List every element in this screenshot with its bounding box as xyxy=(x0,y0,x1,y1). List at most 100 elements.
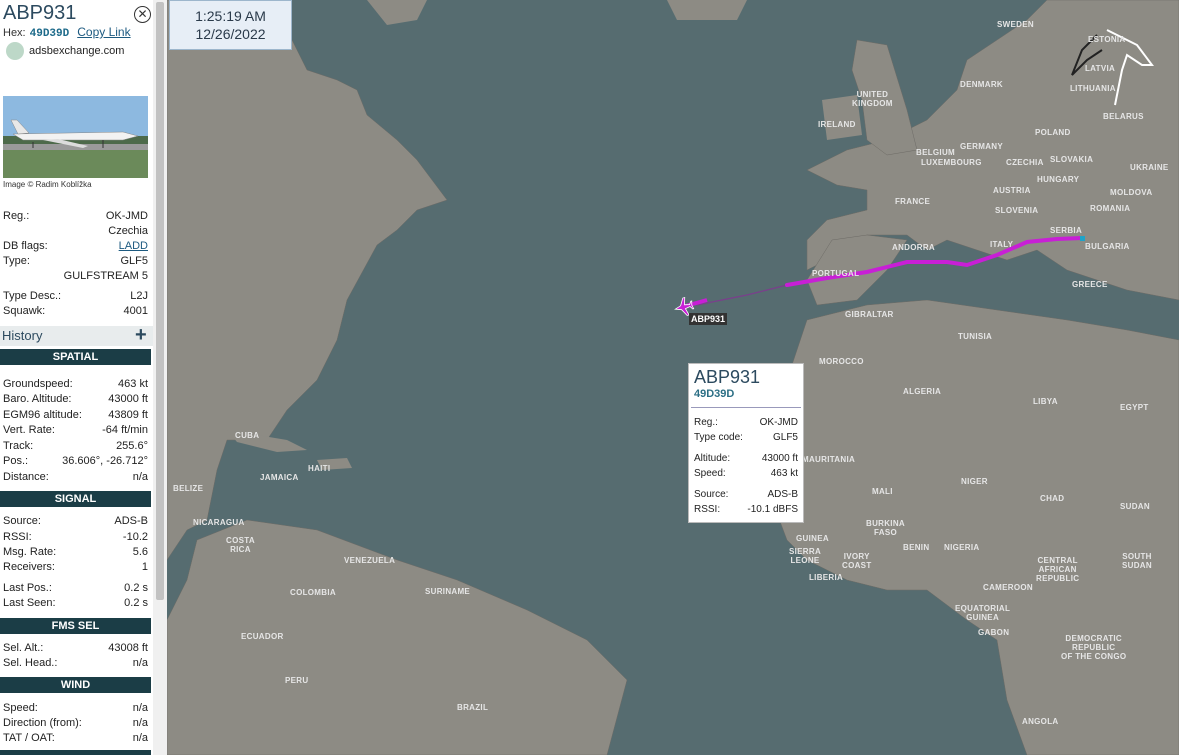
copy-link-button[interactable]: Copy Link xyxy=(77,25,130,39)
close-icon[interactable]: ✕ xyxy=(134,6,151,23)
map-label-libya: LIBYA xyxy=(1033,397,1058,406)
spatial-row: Baro. Altitude: 43000 ft xyxy=(3,393,148,405)
flight-track-thin xyxy=(696,284,788,306)
map-label-car: CENTRAL AFRICAN REPUBLIC xyxy=(1036,556,1080,583)
land-south-america xyxy=(166,519,628,755)
tooltip-row-speed: Speed: 463 kt xyxy=(694,468,798,479)
map-label-portugal: PORTUGAL xyxy=(812,269,860,278)
map-label-luxembourg: LUXEMBOURG xyxy=(921,158,982,167)
map-label-ireland: IRELAND xyxy=(818,120,856,129)
source-site-link[interactable]: adsbexchange.com xyxy=(6,42,124,60)
scrollbar-thumb[interactable] xyxy=(156,2,164,600)
map-label-nigeria: NIGERIA xyxy=(944,543,980,552)
map-label-ivory-coast: IVORY COAST xyxy=(842,552,872,570)
plane-map-label[interactable]: ABP931 xyxy=(689,313,728,325)
land-iceland xyxy=(667,0,747,20)
site-logo-icon xyxy=(6,42,24,60)
tooltip-row-altitude: Altitude: 43000 ft xyxy=(694,453,798,464)
signal-row: Msg. Rate: 5.6 xyxy=(3,546,148,558)
map-label-mali: MALI xyxy=(872,487,893,496)
map-label-belize: BELIZE xyxy=(173,484,204,493)
map-label-eq-guinea: EQUATORIAL GUINEA xyxy=(955,604,1011,622)
map-label-guinea: GUINEA xyxy=(796,534,829,543)
map-label-sierra-leone: SIERRA LEONE xyxy=(789,547,822,565)
spatial-row: EGM96 altitude: 43809 ft xyxy=(3,409,148,421)
map-label-algeria: ALGERIA xyxy=(903,387,942,396)
map-label-nicaragua: NICARAGUA xyxy=(193,518,245,527)
wind-row: TAT / OAT: n/a xyxy=(3,732,148,744)
track-end-marker xyxy=(1080,236,1085,241)
aircraft-photo[interactable] xyxy=(3,96,148,178)
map-label-poland: POLAND xyxy=(1035,128,1071,137)
spatial-row: Distance: n/a xyxy=(3,471,148,483)
map-label-morocco: MOROCCO xyxy=(819,357,864,366)
signal-row: RSSI: -10.2 xyxy=(3,531,148,543)
map-label-south-sudan: SOUTH SUDAN xyxy=(1122,552,1152,570)
tooltip-hex: 49D39D xyxy=(694,388,735,400)
map-label-denmark: DENMARK xyxy=(960,80,1003,89)
db-flags-row: DB flags: LADD xyxy=(3,240,148,252)
map-label-ukraine: UKRAINE xyxy=(1130,163,1169,172)
signal-row: Last Seen: 0.2 s xyxy=(3,597,148,609)
map-label-mauritania: MAURITANIA xyxy=(802,455,856,464)
map-label-tunisia: TUNISIA xyxy=(958,332,993,341)
map-canvas[interactable] xyxy=(166,0,1179,755)
map-label-niger: NIGER xyxy=(961,477,988,486)
land-north-america xyxy=(166,0,448,561)
map-label-ecuador: ECUADOR xyxy=(241,632,284,641)
tooltip-row-type: Type code: GLF5 xyxy=(694,432,798,443)
wind-row: Speed: n/a xyxy=(3,702,148,714)
section-next xyxy=(0,750,151,755)
map-svg[interactable] xyxy=(166,0,1179,755)
map-label-colombia: COLOMBIA xyxy=(290,588,336,597)
type-row: Type: GLF5 xyxy=(3,255,148,267)
map-label-suriname: SURINAME xyxy=(425,587,471,596)
spatial-row: Vert. Rate: -64 ft/min xyxy=(3,424,148,436)
map-label-cameroon: CAMEROON xyxy=(983,583,1033,592)
map-label-moldova: MOLDOVA xyxy=(1110,188,1153,197)
map-label-latvia: LATVIA xyxy=(1085,64,1116,73)
signal-row: Last Pos.: 0.2 s xyxy=(3,582,148,594)
map-label-uk: UNITED KINGDOM xyxy=(852,90,893,108)
map-label-belgium: BELGIUM xyxy=(916,148,955,157)
aircraft-info-sidebar[interactable]: ABP931 ✕ Hex: 49D39D Copy Link adsbexchang… xyxy=(0,0,153,755)
tooltip-row-rssi: RSSI: -10.1 dBFS xyxy=(694,504,798,515)
map-label-sweden: SWEDEN xyxy=(997,20,1034,29)
map-label-haiti: HAITI xyxy=(308,464,331,473)
sidebar-scrollbar[interactable] xyxy=(153,0,167,755)
history-expand-icon[interactable]: + xyxy=(135,324,147,347)
tooltip-row-source: Source: ADS-B xyxy=(694,489,798,500)
map-label-austria: AUSTRIA xyxy=(993,186,1031,195)
map-label-gibraltar: GIBRALTAR xyxy=(845,310,894,319)
history-header[interactable]: History + xyxy=(0,324,153,347)
hex-value: 49D39D xyxy=(29,28,70,40)
map-label-slovakia: SLOVAKIA xyxy=(1050,155,1094,164)
ladd-link[interactable]: LADD xyxy=(119,240,148,252)
map-label-peru: PERU xyxy=(285,676,309,685)
tooltip-callsign: ABP931 xyxy=(694,367,761,387)
map-label-germany: GERMANY xyxy=(960,142,1003,151)
image-credit: Image © Radim Koblížka xyxy=(3,180,92,189)
land-africa xyxy=(766,299,1179,755)
section-spatial: SPATIAL xyxy=(0,349,151,365)
map-label-venezuela: VENEZUELA xyxy=(344,556,396,565)
map-label-france: FRANCE xyxy=(895,197,931,206)
hex-row: Hex: 49D39D Copy Link xyxy=(3,25,131,40)
map-label-egypt: EGYPT xyxy=(1120,403,1149,412)
tooltip-divider xyxy=(691,407,801,408)
map-label-liberia: LIBERIA xyxy=(809,573,844,582)
spatial-row: Pos.: 36.606°, -26.712° xyxy=(3,455,148,467)
map-label-greece: GREECE xyxy=(1072,280,1108,289)
map-label-chad: CHAD xyxy=(1040,494,1065,503)
country-row: Czechia xyxy=(108,225,148,237)
wind-row: Direction (from): n/a xyxy=(3,717,148,729)
map-label-czechia: CZECHIA xyxy=(1006,158,1044,167)
type-name-row: GULFSTREAM 5 xyxy=(63,270,148,282)
type-desc-row: Type Desc.: L2J xyxy=(3,290,148,302)
map-label-burkina: BURKINA FASO xyxy=(866,519,905,537)
map-label-bulgaria: BULGARIA xyxy=(1085,242,1130,251)
spatial-row: Groundspeed: 463 kt xyxy=(3,378,148,390)
map-label-brazil: BRAZIL xyxy=(457,703,489,712)
map-label-costa-rica: COSTA RICA xyxy=(226,536,255,554)
map-label-cuba: CUBA xyxy=(235,431,260,440)
